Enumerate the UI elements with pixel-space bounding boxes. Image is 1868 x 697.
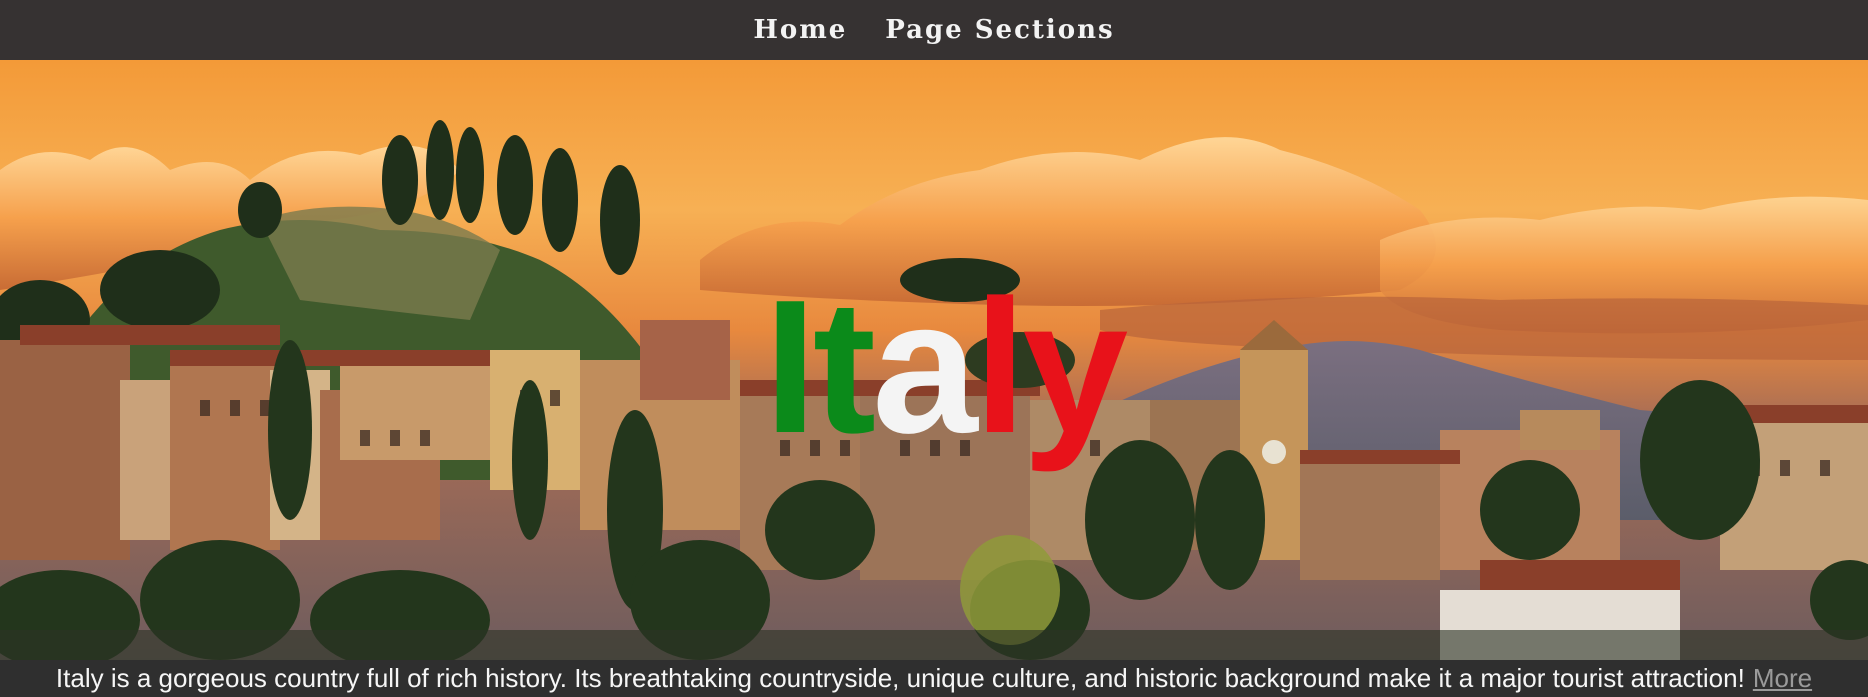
caption-bar: Italy is a gorgeous country full of rich… <box>0 660 1868 697</box>
more-link[interactable]: More <box>1753 663 1812 694</box>
hero-title-red: ly <box>973 261 1128 473</box>
caption-text: Italy is a gorgeous country full of rich… <box>55 663 1745 693</box>
hero-title-green: It <box>764 261 876 473</box>
hero-banner: Italy <box>0 60 1868 660</box>
nav-home-link[interactable]: Home <box>753 15 847 45</box>
hero-title: Italy <box>764 272 1128 462</box>
top-navbar: Home Page Sections <box>0 0 1868 61</box>
nav-page-sections-link[interactable]: Page Sections <box>885 15 1114 45</box>
hero-title-white: a <box>872 261 978 473</box>
